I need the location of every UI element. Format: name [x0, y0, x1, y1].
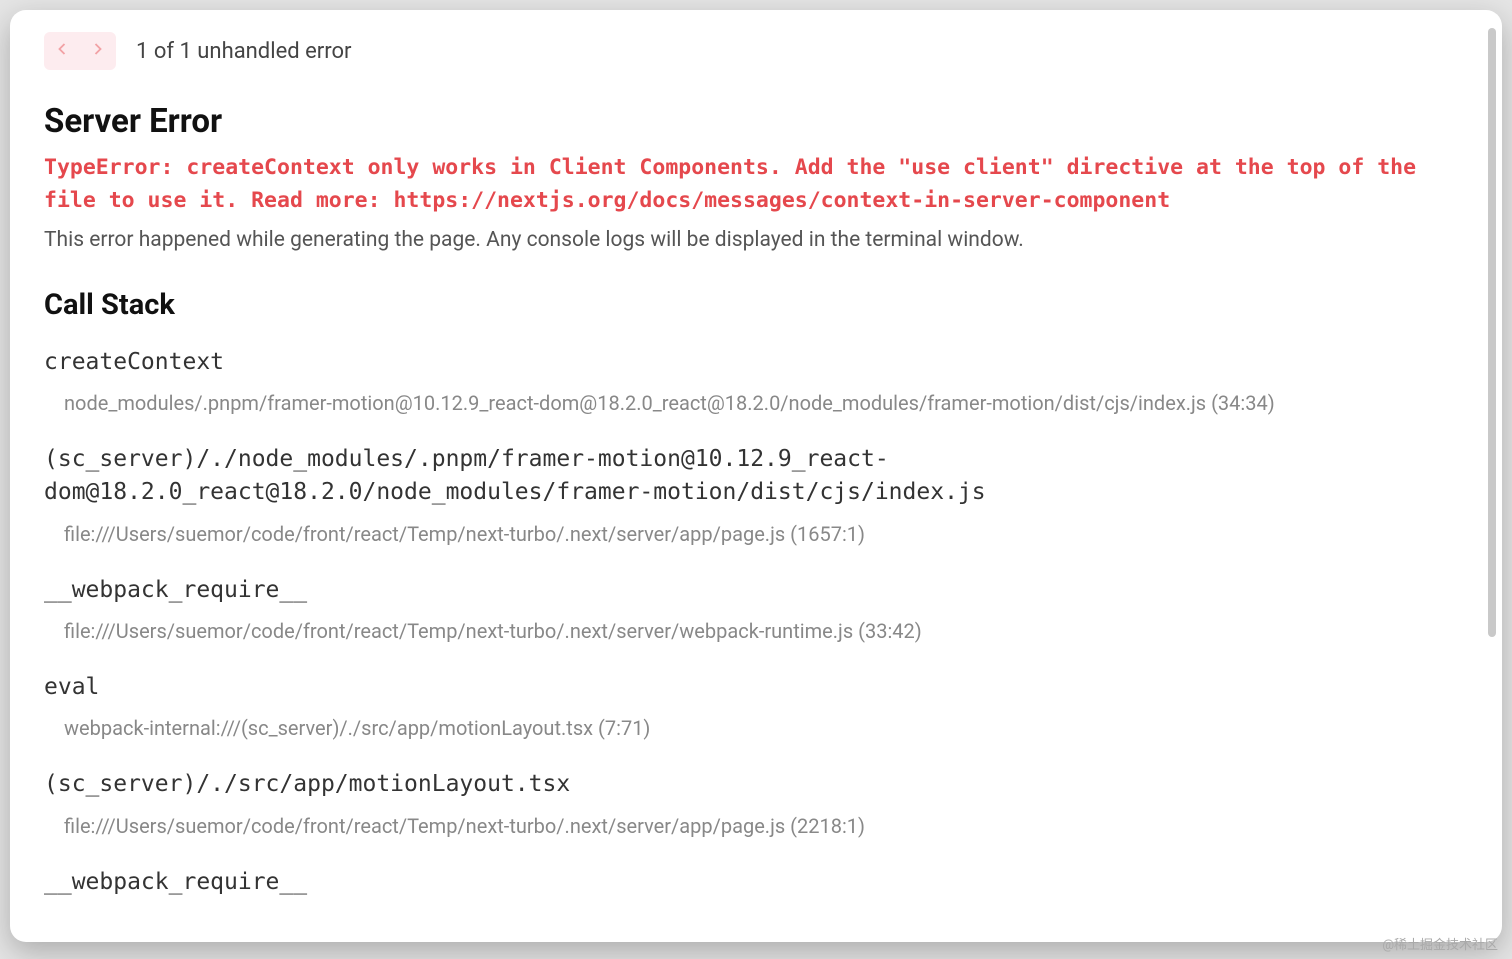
prev-error-button[interactable]	[44, 32, 80, 70]
stack-frame-name: eval	[44, 671, 1468, 704]
stack-frame-name: __webpack_require__	[44, 866, 1468, 899]
scrollbar[interactable]	[1488, 28, 1496, 924]
scrollbar-thumb[interactable]	[1488, 28, 1496, 637]
stack-frame-name: createContext	[44, 346, 1468, 379]
stack-frame-location: file:///Users/suemor/code/front/react/Te…	[44, 619, 1468, 643]
stack-frame: createContext node_modules/.pnpm/framer-m…	[44, 346, 1468, 415]
error-title: Server Error	[44, 102, 1468, 141]
stack-frame: __webpack_require__	[44, 866, 1468, 899]
stack-frame: (sc_server)/./node_modules/.pnpm/framer-…	[44, 443, 1468, 546]
next-error-button[interactable]	[80, 32, 116, 70]
watermark: @稀土掘金技术社区	[1382, 934, 1498, 953]
arrow-right-icon	[88, 39, 108, 63]
stack-frame: (sc_server)/./src/app/motionLayout.tsxfi…	[44, 768, 1468, 837]
stack-frame-name: (sc_server)/./node_modules/.pnpm/framer-…	[44, 443, 1468, 510]
arrow-left-icon	[52, 39, 72, 63]
error-dialog: 1 of 1 unhandled error Server Error Type…	[10, 10, 1502, 942]
stack-frame-location: webpack-internal:///(sc_server)/./src/ap…	[44, 716, 1468, 740]
call-stack-title: Call Stack	[44, 288, 1468, 322]
error-nav: 1 of 1 unhandled error	[44, 32, 1468, 70]
error-note: This error happened while generating the…	[44, 228, 1468, 252]
stack-frame-location: file:///Users/suemor/code/front/react/Te…	[44, 522, 1468, 546]
call-stack-list: createContext node_modules/.pnpm/framer-m…	[44, 346, 1468, 899]
stack-frame-location: node_modules/.pnpm/framer-motion@10.12.9…	[44, 391, 1468, 415]
error-nav-buttons	[44, 32, 116, 70]
stack-frame-name: (sc_server)/./src/app/motionLayout.tsx	[44, 768, 1468, 801]
error-message: TypeError: createContext only works in C…	[44, 151, 1468, 218]
error-dialog-scroll[interactable]: 1 of 1 unhandled error Server Error Type…	[10, 10, 1502, 942]
stack-frame-location: file:///Users/suemor/code/front/react/Te…	[44, 814, 1468, 838]
stack-frame-name: __webpack_require__	[44, 574, 1468, 607]
stack-frame: eval webpack-internal:///(sc_server)/./sr…	[44, 671, 1468, 740]
error-count: 1 of 1 unhandled error	[136, 39, 351, 64]
stack-frame: __webpack_require__ file:///Users/suemor/…	[44, 574, 1468, 643]
